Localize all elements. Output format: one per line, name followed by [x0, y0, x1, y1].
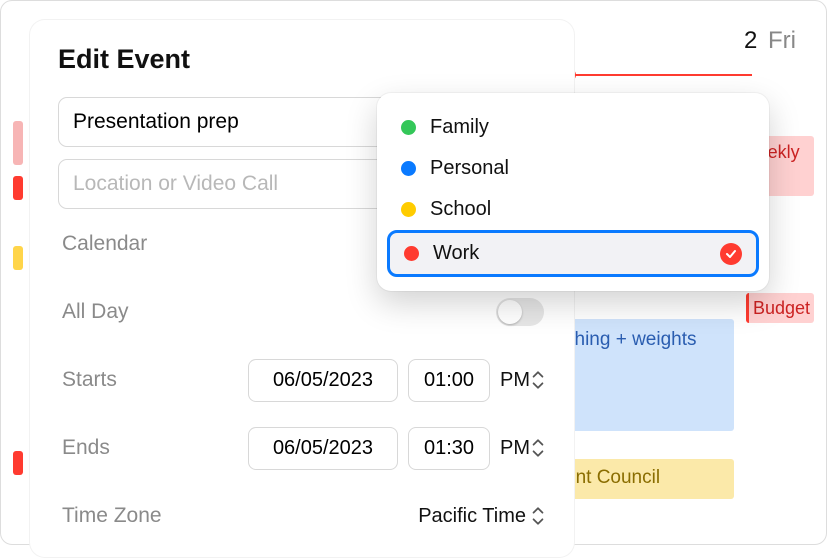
all-day-toggle[interactable]	[496, 298, 544, 326]
ends-label: Ends	[62, 436, 212, 460]
event-block-stretching[interactable]: ching + weights	[554, 319, 734, 431]
event-block-budget[interactable]: Budget	[746, 293, 814, 323]
current-time-indicator	[571, 74, 752, 76]
starts-row: Starts 06/05/2023 01:00 PM	[62, 357, 544, 403]
ends-ampm-value: PM	[500, 437, 530, 460]
calendar-option-family[interactable]: Family	[387, 107, 759, 148]
event-edge	[13, 176, 23, 200]
calendar-option-personal[interactable]: Personal	[387, 148, 759, 189]
calendar-option-label: Personal	[430, 157, 509, 180]
calendar-dot-icon	[404, 246, 419, 261]
event-title: ching + weights	[565, 329, 697, 350]
event-edge	[13, 451, 23, 475]
all-day-row: All Day	[62, 289, 544, 335]
stepper-icon	[532, 438, 544, 458]
day-number: 2	[744, 27, 757, 54]
all-day-label: All Day	[62, 300, 212, 324]
stepper-icon	[532, 506, 544, 526]
day-header: 2 Fri	[744, 27, 796, 55]
day-name: Fri	[768, 27, 796, 54]
timezone-select[interactable]: Pacific Time	[418, 505, 544, 528]
calendar-select-menu[interactable]: Family Personal School Work	[377, 93, 769, 291]
ends-time-input[interactable]: 01:30	[408, 427, 490, 470]
event-block-council[interactable]: ent Council	[554, 459, 734, 499]
ends-row: Ends 06/05/2023 01:30 PM	[62, 425, 544, 471]
event-title: Budget	[753, 298, 810, 318]
starts-label: Starts	[62, 368, 212, 392]
timezone-row[interactable]: Time Zone Pacific Time	[62, 493, 544, 539]
ends-date-input[interactable]: 06/05/2023	[248, 427, 398, 470]
starts-time-input[interactable]: 01:00	[408, 359, 490, 402]
calendar-option-label: Work	[433, 242, 479, 265]
ends-ampm-stepper[interactable]: PM	[500, 437, 544, 460]
calendar-dot-icon	[401, 161, 416, 176]
left-event-edges	[1, 1, 23, 544]
timezone-value: Pacific Time	[418, 505, 526, 528]
calendar-option-school[interactable]: School	[387, 189, 759, 230]
calendar-label: Calendar	[62, 232, 212, 256]
starts-ampm-stepper[interactable]: PM	[500, 369, 544, 392]
popover-title: Edit Event	[58, 44, 548, 75]
timezone-label: Time Zone	[62, 504, 212, 528]
event-edge	[13, 121, 23, 165]
starts-date-input[interactable]: 06/05/2023	[248, 359, 398, 402]
event-edge	[13, 246, 23, 270]
checkmark-icon	[720, 243, 742, 265]
stepper-icon	[532, 370, 544, 390]
calendar-option-work[interactable]: Work	[387, 230, 759, 277]
starts-ampm-value: PM	[500, 369, 530, 392]
calendar-dot-icon	[401, 120, 416, 135]
calendar-dot-icon	[401, 202, 416, 217]
calendar-option-label: Family	[430, 116, 489, 139]
event-title: ent Council	[565, 467, 660, 488]
calendar-option-label: School	[430, 198, 491, 221]
